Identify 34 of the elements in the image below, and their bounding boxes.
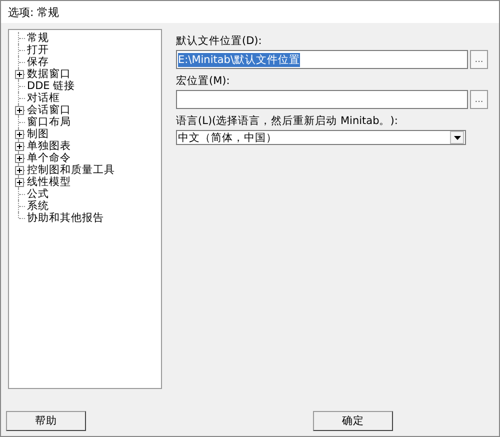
field-label: 语言(L)(选择语言，然后重新启动 Minitab。): xyxy=(176,114,399,128)
dialog-button[interactable]: 确定 xyxy=(313,411,393,431)
tree-item[interactable]: 会话窗口 xyxy=(25,103,71,117)
dialog-button[interactable]: 帮助 xyxy=(6,411,86,431)
field-label: 默认文件位置(D): xyxy=(176,34,263,48)
expand-icon[interactable] xyxy=(14,142,24,150)
expand-icon[interactable] xyxy=(14,70,24,78)
tree-item[interactable]: DDE 链接 xyxy=(25,79,76,93)
expand-icon[interactable] xyxy=(14,178,24,186)
tree-item[interactable]: 数据窗口 xyxy=(25,67,71,81)
tree-item[interactable]: 窗口布局 xyxy=(25,115,71,129)
tree-item[interactable]: 控制图和质量工具 xyxy=(25,163,115,177)
tree-item[interactable]: 单独图表 xyxy=(25,139,71,153)
tree-item[interactable]: 对话框 xyxy=(25,91,60,105)
tree-item[interactable]: 协助和其他报告 xyxy=(25,211,104,225)
tree-item[interactable]: 打开 xyxy=(25,43,49,57)
path-field[interactable]: E:\Minitab\默认文件位置 xyxy=(176,50,468,69)
tree-item[interactable]: 线性模型 xyxy=(25,175,71,189)
tree-item[interactable]: 单个命令 xyxy=(25,151,71,165)
expand-icon[interactable] xyxy=(14,154,24,162)
tree-item[interactable]: 常规 xyxy=(25,31,49,45)
window-title: 选项: 常规 xyxy=(8,4,60,20)
expand-icon[interactable] xyxy=(14,166,24,174)
expand-icon[interactable] xyxy=(14,106,24,114)
browse-button[interactable]: ... xyxy=(470,90,488,109)
tree-item[interactable]: 制图 xyxy=(25,127,49,141)
language-dropdown[interactable]: 中文（简体，中国） xyxy=(176,130,466,145)
browse-button[interactable]: ... xyxy=(470,50,488,69)
field-label: 宏位置(M): xyxy=(176,74,231,88)
tree-item[interactable]: 保存 xyxy=(25,55,49,69)
path-field[interactable] xyxy=(176,90,468,109)
tree-item[interactable]: 公式 xyxy=(25,187,49,201)
tree-item[interactable]: 系统 xyxy=(25,199,49,213)
expand-icon[interactable] xyxy=(14,130,24,138)
